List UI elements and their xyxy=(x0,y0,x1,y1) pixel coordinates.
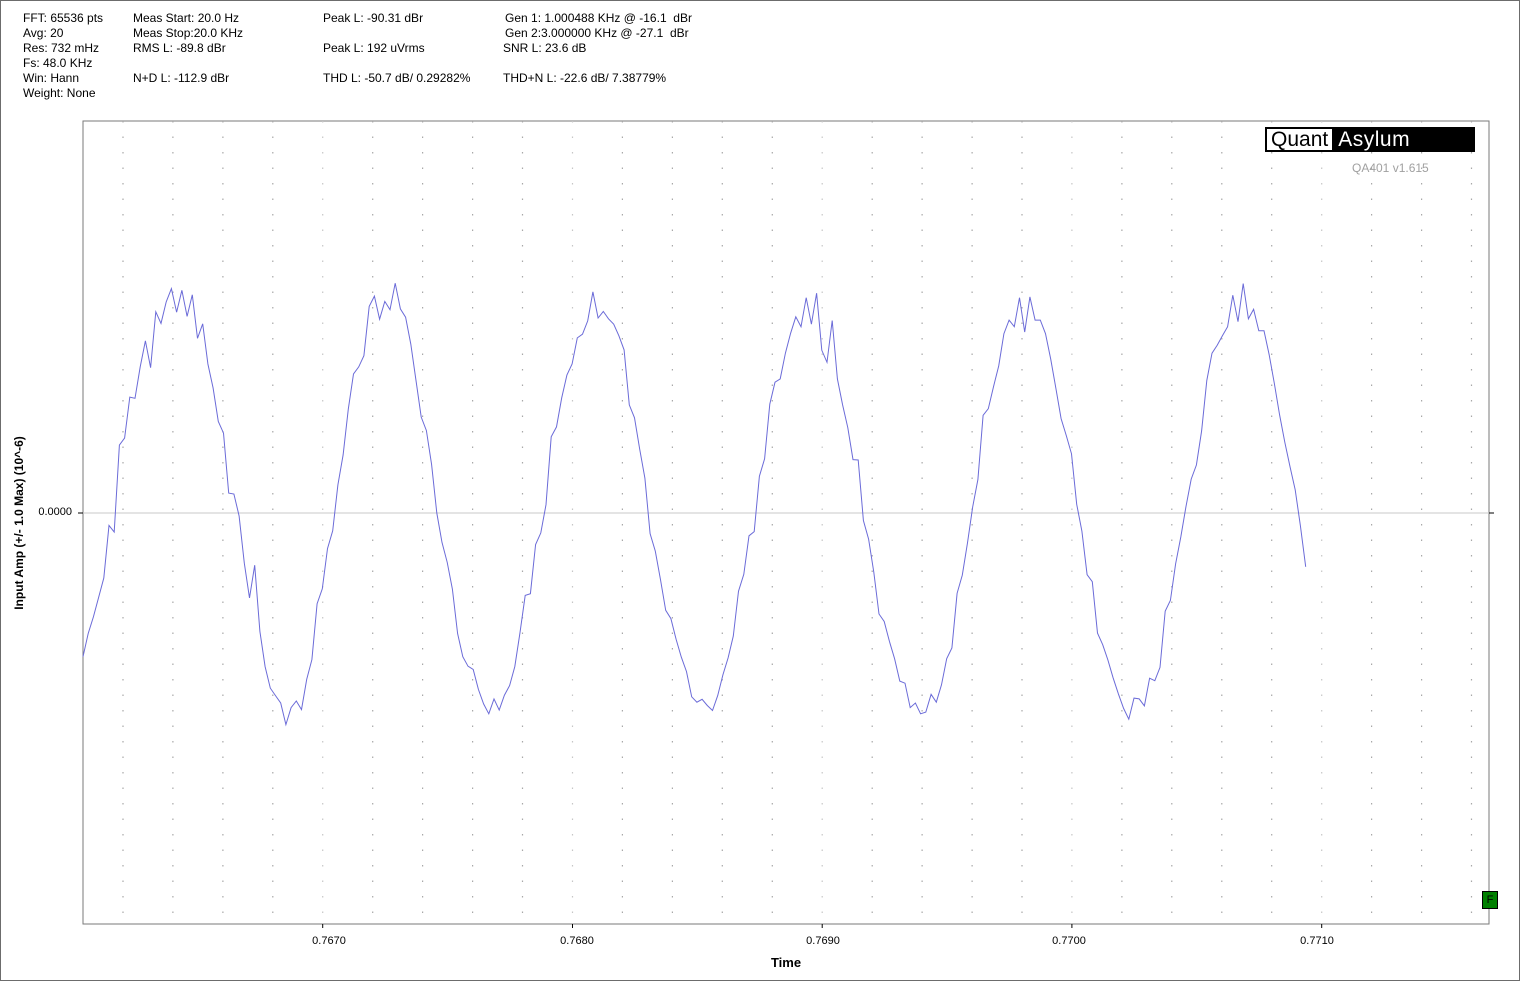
plot-area xyxy=(82,120,1490,925)
quantasylum-logo: Quant Asylum xyxy=(1265,127,1475,152)
logo-part-asylum: Asylum xyxy=(1332,129,1473,150)
f-status-badge[interactable]: F xyxy=(1482,891,1498,909)
x-axis-label: Time xyxy=(770,955,802,970)
y-tick-label: 0.0000 xyxy=(38,506,72,518)
logo-part-quant: Quant xyxy=(1267,129,1333,150)
x-tick-label: 0.7670 xyxy=(312,935,346,947)
x-tick-label: 0.7700 xyxy=(1052,935,1086,947)
version-label: QA401 v1.615 xyxy=(1352,161,1429,175)
y-axis-label: Input Amp (+/- 1.0 Max) (10^-6) xyxy=(12,436,26,610)
x-tick-label: 0.7690 xyxy=(806,935,840,947)
x-tick-marks xyxy=(322,924,1323,928)
x-tick-label: 0.7710 xyxy=(1300,935,1334,947)
x-tick-label: 0.7680 xyxy=(560,935,594,947)
